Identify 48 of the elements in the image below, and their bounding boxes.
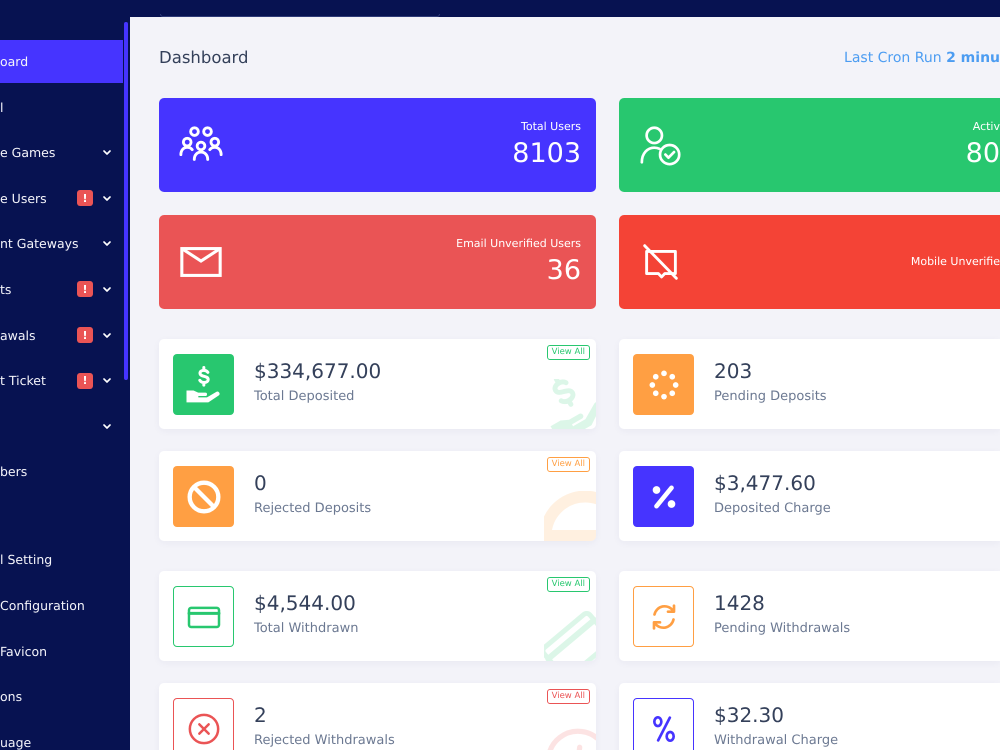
sidebar-item[interactable]: ts ! — [0, 268, 123, 311]
widget-label: Rejected Deposits — [254, 501, 372, 517]
widget-value: $3,477.60 — [714, 471, 817, 495]
sidebar-item[interactable]: awals ! — [0, 314, 123, 357]
alert-badge: ! — [77, 190, 93, 206]
cron-status: Last Cron Run 2 minu — [844, 49, 1000, 68]
widget-value: $4,544.00 — [254, 591, 357, 615]
sidebar-item[interactable]: bers — [0, 450, 123, 494]
view-all-button[interactable]: View All — [546, 689, 590, 704]
widget-label: Withdrawal Charge — [714, 733, 838, 749]
page-title: Dashboard — [159, 48, 249, 68]
widget-label: Total Withdrawn — [254, 621, 358, 637]
sidebar-item[interactable]: e Users ! — [0, 176, 123, 220]
sidebar-item[interactable]: Favicon — [0, 630, 123, 673]
alert-badge: ! — [77, 327, 93, 344]
sidebar-item[interactable]: t Ticket ! — [0, 359, 123, 402]
widget-value: 2 — [254, 703, 268, 727]
sidebar-item[interactable]: oard — [0, 40, 123, 83]
stat-label: Activ — [972, 120, 1000, 134]
stat-value: 8103 — [512, 138, 581, 170]
stat-label: Mobile Unverifie — [910, 255, 1000, 269]
widget-value: 0 — [254, 471, 268, 495]
widget-label: Rejected Withdrawals — [254, 733, 395, 749]
stat-label: Email Unverified Users — [456, 237, 581, 251]
sidebar-item[interactable]: uage — [0, 720, 123, 750]
search-field[interactable] — [160, 14, 440, 17]
widget-label: Deposited Charge — [714, 501, 831, 517]
credit-card-watermark-icon — [544, 611, 596, 661]
alert-badge: ! — [77, 281, 93, 298]
stat-label: Total Users — [521, 120, 581, 134]
widget-label: Pending Withdrawals — [714, 621, 850, 637]
stat-value: 80 — [966, 138, 1000, 170]
widget-value: $334,677.00 — [254, 359, 382, 383]
ban-watermark-icon — [544, 491, 596, 541]
widget-value: 1428 — [714, 591, 766, 615]
scrollbar-thumb[interactable] — [124, 22, 128, 380]
widget-label: Pending Deposits — [714, 389, 827, 405]
stat-value: 36 — [546, 255, 581, 287]
widget-label: Total Deposited — [254, 389, 356, 405]
sidebar-item[interactable]: l — [0, 86, 123, 129]
sidebar-item[interactable]: l Setting — [0, 538, 123, 582]
sidebar-item[interactable]: nt Gateways — [0, 222, 123, 266]
sidebar-item[interactable]: e Games — [0, 131, 123, 174]
sidebar-item[interactable]: ons — [0, 675, 123, 718]
sidebar-item[interactable]: Configuration — [0, 584, 123, 627]
widget-value: 203 — [714, 359, 754, 383]
alert-badge: ! — [77, 372, 93, 389]
widget-value: $32.30 — [714, 703, 785, 727]
